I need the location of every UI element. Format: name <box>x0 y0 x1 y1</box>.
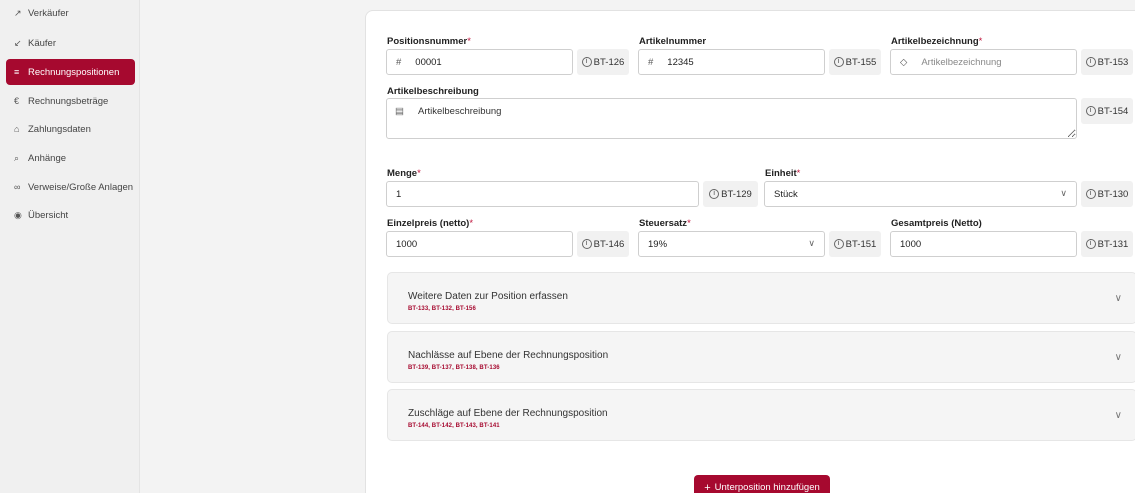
accordion-title: Nachlässe auf Ebene der Rechnungspositio… <box>408 350 609 361</box>
artikelbezeichnung-input[interactable]: ◇ Artikelbezeichnung <box>890 49 1077 75</box>
plus-icon: + <box>704 481 711 493</box>
sidebar-item-label: Verkäufer <box>28 7 69 19</box>
menge-value: 1 <box>396 188 402 200</box>
add-subposition-label: Unterposition hinzufügen <box>714 482 820 493</box>
bt-146-info[interactable]: i BT-146 <box>577 231 629 257</box>
einzelpreis-value: 1000 <box>396 238 418 250</box>
artikelnummer-input[interactable]: # 12345 <box>638 49 825 75</box>
sidebar-item-label: Übersicht <box>28 209 69 221</box>
menge-input[interactable]: 1 <box>386 181 699 207</box>
steuersatz-select[interactable]: 19% ∨ <box>638 231 825 257</box>
sidebar-item-rechnungsbetraege[interactable]: € Rechnungsbeträge <box>6 88 135 114</box>
accordion-nachlaesse[interactable]: Nachlässe auf Ebene der Rechnungspositio… <box>387 331 1135 383</box>
artikelbezeichnung-label: Artikelbezeichnung* <box>891 36 983 47</box>
artikelbeschreibung-textarea[interactable] <box>386 98 1077 139</box>
bt-130-info[interactable]: i BT-130 <box>1081 181 1133 207</box>
sidebar-item-kaeufer[interactable]: ↙ Käufer <box>6 30 135 56</box>
bt-151-info[interactable]: i BT-151 <box>829 231 881 257</box>
eye-icon: ◉ <box>14 209 22 220</box>
seller-icon: ↗ <box>14 7 22 18</box>
bt-131-info[interactable]: i BT-131 <box>1081 231 1133 257</box>
euro-icon: € <box>14 96 20 106</box>
text-icon: ▤ <box>395 106 404 117</box>
einheit-select[interactable]: Stück ∨ <box>764 181 1077 207</box>
info-icon: i <box>833 57 844 67</box>
artikelbeschreibung-label: Artikelbeschreibung <box>387 86 479 97</box>
sidebar-item-label: Rechnungsbeträge <box>28 95 109 107</box>
bt-129-info[interactable]: i BT-129 <box>703 181 758 207</box>
accordion-title: Weitere Daten zur Position erfassen <box>408 291 568 302</box>
sidebar-item-label: Käufer <box>28 37 56 49</box>
einzelpreis-label: Einzelpreis (netto)* <box>387 218 474 229</box>
info-icon: i <box>1085 239 1096 249</box>
link-icon: ∞ <box>14 182 21 192</box>
sidebar-item-rechnungspositionen[interactable]: ≡ Rechnungspositionen <box>6 59 135 85</box>
sidebar-item-label: Verweise/Große Anlagen <box>28 181 134 193</box>
info-icon: i <box>1085 189 1096 199</box>
sidebar-item-verkaeufer[interactable]: ↗ Verkäufer <box>6 0 135 26</box>
buyer-icon: ↙ <box>14 37 22 48</box>
sidebar-item-uebersicht[interactable]: ◉ Übersicht <box>6 202 135 228</box>
bt-154-info[interactable]: i BT-154 <box>1081 98 1133 124</box>
chevron-down-icon: ∨ <box>1060 188 1067 198</box>
info-icon: i <box>581 57 592 67</box>
accordion-zuschlaege[interactable]: Zuschläge auf Ebene der Rechnungspositio… <box>387 389 1135 441</box>
hash-icon: # <box>648 56 654 68</box>
positionsnummer-value: 00001 <box>415 56 442 68</box>
steuersatz-label: Steuersatz* <box>639 218 691 229</box>
hash-icon: # <box>396 56 402 68</box>
gesamtpreis-input[interactable]: 1000 <box>890 231 1077 257</box>
info-icon: i <box>833 239 844 249</box>
bank-icon: ⌂ <box>14 124 20 134</box>
info-icon: i <box>581 239 592 249</box>
accordion-codes: BT-144, BT-142, BT-143, BT-141 <box>408 423 500 429</box>
einheit-label: Einheit* <box>765 168 801 179</box>
artikelbeschreibung-value: Artikelbeschreibung <box>417 106 502 117</box>
sidebar-item-label: Anhänge <box>28 152 67 164</box>
chevron-down-icon: ∨ <box>808 238 815 248</box>
menge-label: Menge* <box>387 168 421 179</box>
artikelnummer-label: Artikelnummer <box>639 36 707 47</box>
info-icon: i <box>709 189 720 199</box>
chevron-down-icon: ∨ <box>1114 410 1122 421</box>
sidebar: ↗ Verkäufer ↙ Käufer ≡ Rechnungsposition… <box>0 0 140 493</box>
chevron-down-icon: ∨ <box>1114 352 1122 363</box>
chevron-down-icon: ∨ <box>1114 293 1122 304</box>
bt-153-info[interactable]: i BT-153 <box>1081 49 1133 75</box>
gesamtpreis-label: Gesamtpreis (Netto) <box>891 218 982 229</box>
bt-155-info[interactable]: i BT-155 <box>829 49 881 75</box>
sidebar-item-label: Rechnungspositionen <box>28 66 120 78</box>
sidebar-item-zahlungsdaten[interactable]: ⌂ Zahlungsdaten <box>6 116 135 142</box>
accordion-codes: BT-139, BT-137, BT-138, BT-136 <box>408 365 500 371</box>
info-icon: i <box>1085 57 1096 67</box>
list-icon: ≡ <box>14 67 20 77</box>
bt-126-info[interactable]: i BT-126 <box>577 49 629 75</box>
sidebar-item-anhaenge[interactable]: ⌕ Anhänge <box>6 145 135 171</box>
paperclip-icon: ⌕ <box>14 152 20 163</box>
sidebar-item-verweise[interactable]: ∞ Verweise/Große Anlagen <box>6 174 135 200</box>
accordion-weitere-daten[interactable]: Weitere Daten zur Position erfassen BT-1… <box>387 272 1135 324</box>
tag-icon: ◇ <box>900 56 908 68</box>
einheit-value: Stück <box>774 188 798 200</box>
info-icon: i <box>1085 106 1096 116</box>
steuersatz-value: 19% <box>648 238 668 250</box>
artikelbezeichnung-placeholder: Artikelbezeichnung <box>921 56 1002 68</box>
artikelbeschreibung-content: ▤ Artikelbeschreibung <box>395 106 501 117</box>
artikelnummer-value: 12345 <box>667 56 694 68</box>
accordion-title: Zuschläge auf Ebene der Rechnungspositio… <box>408 408 608 419</box>
accordion-codes: BT-133, BT-132, BT-156 <box>408 306 476 312</box>
sidebar-item-label: Zahlungsdaten <box>28 123 91 135</box>
gesamtpreis-value: 1000 <box>900 238 922 250</box>
add-subposition-button[interactable]: + Unterposition hinzufügen <box>694 475 830 493</box>
positionsnummer-label: Positionsnummer* <box>387 36 471 47</box>
einzelpreis-input[interactable]: 1000 <box>386 231 573 257</box>
positionsnummer-input[interactable]: # 00001 <box>386 49 573 75</box>
